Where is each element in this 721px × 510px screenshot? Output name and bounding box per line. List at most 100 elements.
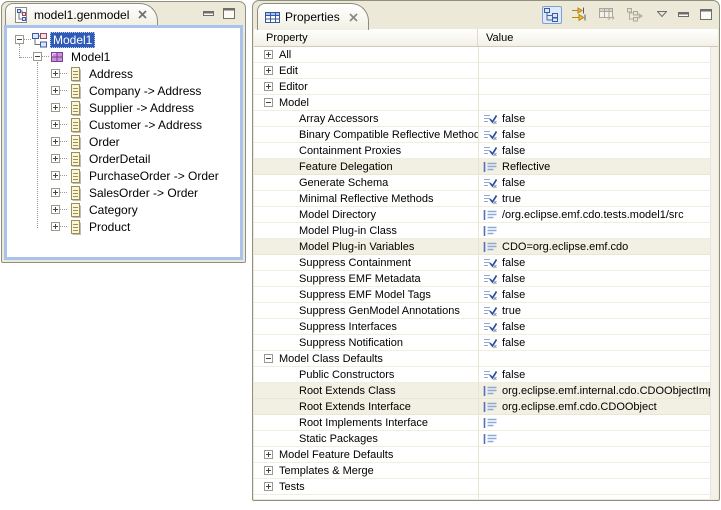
expand-toggle-icon[interactable] [51,137,60,146]
properties-tab-close-icon[interactable] [349,13,358,22]
category-row[interactable]: All [254,47,718,63]
value-cell[interactable]: false [478,175,718,190]
tree-item[interactable]: Address [7,65,240,82]
tree-item[interactable]: OrderDetail [7,150,240,167]
value-cell[interactable]: CDO=org.eclipse.emf.cdo [478,239,718,254]
property-row[interactable]: Root Implements Interface [254,415,718,431]
expand-toggle-icon[interactable] [264,450,273,459]
category-row[interactable]: Tests [254,479,718,495]
collapse-toggle-icon[interactable] [264,354,273,363]
value-cell[interactable]: true [478,303,718,318]
value-cell[interactable]: false [478,143,718,158]
tree-item[interactable]: Product [7,218,240,235]
value-cell[interactable]: true [478,191,718,206]
category-row[interactable]: Edit [254,63,718,79]
column-header-value[interactable]: Value [478,29,718,46]
expand-toggle-icon[interactable] [51,120,60,129]
expand-toggle-icon[interactable] [264,466,273,475]
collapse-toggle-icon[interactable] [264,98,273,107]
value-cell[interactable]: false [478,367,718,382]
properties-maximize-icon[interactable] [698,7,714,22]
value-cell[interactable]: false [478,335,718,350]
property-row[interactable]: Suppress EMF Metadatafalse [254,271,718,287]
tree-item[interactable]: PurchaseOrder -> Order [7,167,240,184]
show-categories-button[interactable] [542,6,562,24]
property-row[interactable]: Array Accessorsfalse [254,111,718,127]
value-cell[interactable]: false [478,111,718,126]
column-divider[interactable] [478,47,479,499]
property-row[interactable]: Minimal Reflective Methodstrue [254,191,718,207]
property-cell: Tests [254,479,478,494]
editor-tab-model1-genmodel[interactable]: model1.genmodel [5,3,158,25]
property-row[interactable]: Model Plug-in Class [254,223,718,239]
restore-default-value-button[interactable] [597,6,618,24]
tree-item[interactable]: Category [7,201,240,218]
tree-item[interactable]: Company -> Address [7,82,240,99]
expand-toggle-icon[interactable] [264,482,273,491]
tree-item[interactable]: Order [7,133,240,150]
category-row[interactable]: Model Feature Defaults [254,447,718,463]
tree-item[interactable]: SalesOrder -> Order [7,184,240,201]
value-cell[interactable]: /org.eclipse.emf.cdo.tests.model1/src [478,207,718,222]
value-cell[interactable] [478,223,718,238]
expand-toggle-icon[interactable] [51,69,60,78]
property-row[interactable]: Feature DelegationReflective [254,159,718,175]
tree-connector [60,107,67,109]
expand-toggle-icon[interactable] [51,188,60,197]
value-cell[interactable]: false [478,255,718,270]
column-header-property[interactable]: Property [254,29,478,46]
property-row[interactable]: Suppress GenModel Annotationstrue [254,303,718,319]
category-row[interactable]: Templates & Merge [254,463,718,479]
value-cell[interactable] [478,415,718,430]
value-cell[interactable]: false [478,287,718,302]
value-cell[interactable]: Reflective [478,159,718,174]
expand-toggle-icon[interactable] [51,103,60,112]
value-cell[interactable]: org.eclipse.emf.internal.cdo.CDOObjectIm… [478,383,718,398]
tree-item[interactable]: Model1 [7,31,240,48]
expand-toggle-icon[interactable] [264,66,273,75]
category-row[interactable]: Model [254,95,718,111]
value-cell[interactable]: false [478,127,718,142]
view-menu-button[interactable] [655,9,669,20]
collapse-toggle-icon[interactable] [33,52,42,61]
property-row[interactable]: Containment Proxiesfalse [254,143,718,159]
expand-toggle-icon[interactable] [264,82,273,91]
expand-toggle-icon[interactable] [51,86,60,95]
property-row[interactable]: Public Constructorsfalse [254,367,718,383]
value-cell[interactable]: false [478,271,718,286]
expand-toggle-icon[interactable] [51,222,60,231]
value-cell[interactable] [478,431,718,446]
property-row[interactable]: Static Packages [254,431,718,447]
editor-tab-close-icon[interactable] [138,10,147,19]
class-icon [67,83,83,99]
expand-toggle-icon[interactable] [51,171,60,180]
property-cell: Public Constructors [254,367,478,382]
show-advanced-properties-button[interactable] [569,5,590,24]
property-row[interactable]: Root Extends Interfaceorg.eclipse.emf.cd… [254,399,718,415]
category-row[interactable]: Model Class Defaults [254,351,718,367]
expand-toggle-icon[interactable] [51,205,60,214]
value-cell[interactable]: false [478,319,718,334]
property-row[interactable]: Root Extends Classorg.eclipse.emf.intern… [254,383,718,399]
tree-item[interactable]: Customer -> Address [7,116,240,133]
category-row[interactable]: Editor [254,79,718,95]
expand-toggle-icon[interactable] [264,50,273,59]
editor-minimize-icon[interactable] [203,9,214,19]
collapse-toggle-icon[interactable] [15,35,24,44]
pin-to-selection-button[interactable] [625,6,645,24]
property-row[interactable]: Suppress Interfacesfalse [254,319,718,335]
value-cell[interactable]: org.eclipse.emf.cdo.CDOObject [478,399,718,414]
property-row[interactable]: Suppress Containmentfalse [254,255,718,271]
expand-toggle-icon[interactable] [51,154,60,163]
property-row[interactable]: Suppress Notificationfalse [254,335,718,351]
property-row[interactable]: Binary Compatible Reflective Methodsfals… [254,127,718,143]
tree-item[interactable]: Supplier -> Address [7,99,240,116]
property-row[interactable]: Model Directory/org.eclipse.emf.cdo.test… [254,207,718,223]
properties-minimize-icon[interactable] [676,8,691,22]
tree-item[interactable]: Model1 [7,48,240,65]
property-row[interactable]: Model Plug-in VariablesCDO=org.eclipse.e… [254,239,718,255]
editor-maximize-icon[interactable] [223,8,235,19]
properties-tab[interactable]: Properties [257,3,369,30]
property-row[interactable]: Suppress EMF Model Tagsfalse [254,287,718,303]
property-row[interactable]: Generate Schemafalse [254,175,718,191]
